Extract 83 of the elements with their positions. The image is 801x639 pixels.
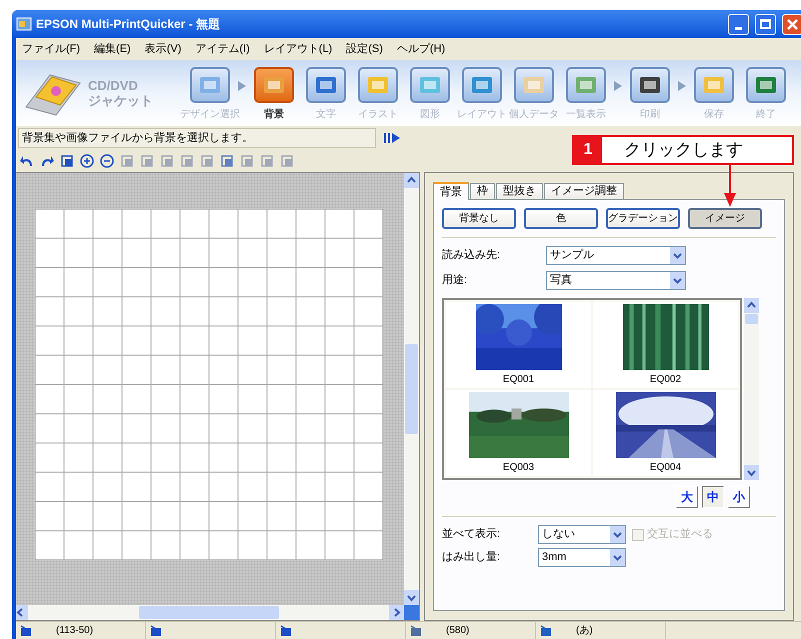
dropdown[interactable]: 3mm	[538, 548, 626, 567]
background-button[interactable]: グラデーション	[606, 208, 680, 229]
step-label: 保存	[704, 108, 724, 122]
tab[interactable]: 型抜き	[496, 183, 543, 199]
scroll-up-icon[interactable]	[744, 298, 759, 313]
horizontal-scrollbar[interactable]	[16, 605, 419, 620]
tab[interactable]: イメージ調整	[544, 183, 624, 199]
step-label: 終了	[756, 108, 776, 122]
menu-item[interactable]: 編集(E)	[94, 40, 131, 58]
play-icon[interactable]	[384, 133, 400, 143]
size-button[interactable]: 小	[728, 486, 750, 508]
step-label: イラスト	[358, 108, 398, 122]
tool-icon[interactable]	[220, 154, 234, 168]
size-button[interactable]: 中	[702, 486, 724, 508]
step-label: 図形	[420, 108, 440, 122]
dropdown[interactable]: しない	[538, 525, 626, 544]
status-icon	[280, 624, 292, 636]
menu-item[interactable]: ヘルプ(H)	[396, 40, 446, 58]
step-label: デザイン選択	[180, 108, 240, 122]
thumbnail-caption: EQ003	[502, 460, 534, 474]
maximize-button[interactable]	[755, 14, 776, 34]
step-button[interactable]	[306, 66, 346, 102]
field-label: 読み込み先:	[442, 248, 502, 264]
thumbnail-caption: EQ004	[650, 460, 682, 474]
app-icon	[16, 16, 32, 32]
status-icon	[540, 624, 552, 636]
scroll-left-icon[interactable]	[16, 605, 28, 620]
status-text: (113-50)	[56, 624, 94, 638]
scroll-thumb[interactable]	[745, 314, 758, 324]
thumbnail-caption: EQ001	[502, 372, 534, 386]
field-label: はみ出し量:	[442, 550, 502, 566]
step-button[interactable]	[630, 66, 670, 102]
status-icon	[20, 624, 32, 636]
menu-item[interactable]: 設定(S)	[346, 40, 383, 58]
scroll-corner	[404, 605, 419, 620]
step-label: レイアウト	[457, 108, 507, 122]
redo-icon[interactable]	[40, 154, 54, 168]
size-button[interactable]: 大	[676, 486, 698, 508]
field-label: 用途:	[442, 273, 468, 288]
zoom-in-icon[interactable]	[80, 154, 94, 168]
minimize-button[interactable]	[728, 14, 749, 34]
background-button[interactable]: 色	[524, 208, 598, 229]
scroll-right-icon[interactable]	[389, 605, 404, 620]
field-label: 並べて表示:	[442, 527, 502, 542]
scroll-down-icon[interactable]	[404, 590, 419, 605]
menu-item[interactable]: 表示(V)	[144, 40, 182, 58]
tab[interactable]: 背景	[433, 182, 469, 200]
menu-item[interactable]: ファイル(F)	[22, 40, 80, 58]
step-label: 印刷	[640, 108, 660, 122]
zoom-out-icon[interactable]	[100, 154, 114, 168]
product-title: CD/DVD	[88, 78, 139, 93]
scroll-down-icon[interactable]	[744, 465, 759, 480]
dropdown[interactable]: サンプル	[546, 246, 686, 265]
status-icon	[410, 624, 422, 636]
thumbnail-caption: EQ002	[650, 372, 682, 386]
background-button[interactable]: イメージ	[688, 208, 762, 229]
product-subtitle: ジャケット	[88, 93, 153, 108]
undo-icon[interactable]	[20, 154, 34, 168]
menu-item[interactable]: レイアウト(L)	[264, 40, 332, 58]
window-title: EPSON Multi-PrintQuicker - 無題	[36, 16, 220, 33]
checkbox-label: 交互に並べる	[647, 526, 713, 542]
scroll-up-icon[interactable]	[404, 173, 419, 188]
menu-item[interactable]: アイテム(I)	[195, 40, 250, 58]
scroll-thumb[interactable]	[138, 606, 278, 619]
vertical-scrollbar[interactable]	[744, 298, 759, 480]
status-icon	[150, 624, 162, 636]
status-text: (あ)	[576, 624, 593, 638]
background-button[interactable]: 背景なし	[442, 208, 516, 229]
step-label: 一覧表示	[566, 108, 606, 122]
vertical-scrollbar[interactable]	[404, 173, 419, 605]
tab[interactable]: 枠	[470, 183, 495, 199]
step-label: 個人データ	[509, 108, 559, 122]
hint-text: 背景集や画像ファイルから背景を選択します。	[22, 130, 253, 146]
dropdown[interactable]: 写真	[546, 271, 686, 290]
step-label: 背景	[264, 108, 284, 122]
tool-icon[interactable]	[60, 154, 74, 168]
step-number: 1	[584, 140, 592, 160]
scroll-thumb[interactable]	[405, 344, 418, 434]
close-button[interactable]	[782, 14, 801, 34]
step-label: 文字	[316, 108, 336, 122]
status-text: (580)	[446, 624, 470, 638]
step-button[interactable]	[746, 66, 786, 102]
callout-text: クリックします	[624, 139, 743, 162]
